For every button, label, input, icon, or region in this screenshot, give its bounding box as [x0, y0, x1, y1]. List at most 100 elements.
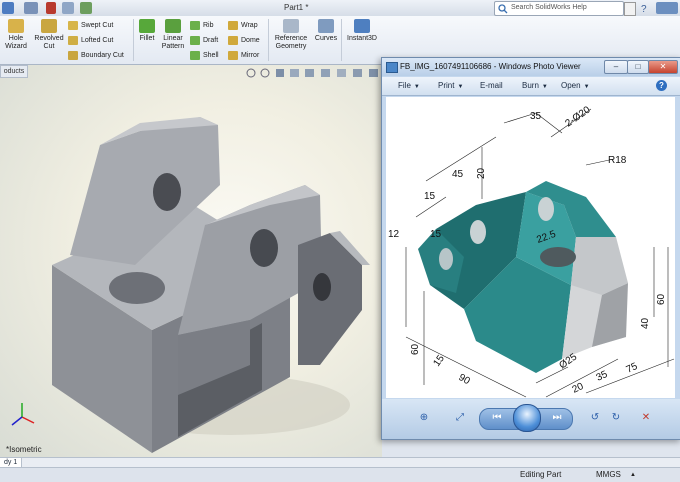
wrap-button[interactable]: Wrap [228, 20, 258, 31]
graphics-viewport[interactable]: *Isometric [0, 65, 382, 457]
lofted-cut-icon [68, 35, 78, 45]
window-controls[interactable] [656, 2, 678, 14]
fillet-button[interactable]: Fillet [136, 19, 158, 43]
status-units[interactable]: MMGS [596, 470, 621, 479]
search-options-icon[interactable] [624, 2, 636, 16]
reference-geometry-button[interactable]: Reference Geometry [271, 19, 311, 51]
close-window-button[interactable]: ✕ [648, 60, 678, 74]
linear-pattern-label-1: Linear [163, 35, 183, 42]
dome-button[interactable]: Dome [228, 35, 260, 46]
dim-45: 45 [452, 169, 464, 180]
axis-triad-icon [11, 403, 35, 426]
hole-wizard-button[interactable]: Hole Wizard [2, 19, 30, 51]
help-icon[interactable]: ? [656, 80, 667, 91]
ribbon-separator [133, 19, 134, 61]
actual-size-icon[interactable]: ⤢ [450, 409, 470, 427]
boundary-cut-button[interactable]: Boundary Cut [68, 50, 124, 61]
select-icon[interactable] [24, 2, 38, 14]
dome-label: Dome [241, 37, 260, 44]
slideshow-button[interactable] [513, 404, 541, 432]
chevron-down-icon: ▼ [457, 84, 464, 90]
curves-icon [318, 19, 334, 33]
document-title: Part1 * [284, 3, 309, 12]
photo-viewer-window[interactable]: FB_IMG_1607491106686 - Windows Photo Vie… [381, 57, 680, 440]
zoom-icon[interactable]: ⊕ [412, 409, 436, 427]
linear-pattern-button[interactable]: Linear Pattern [158, 19, 188, 51]
mirror-icon [228, 50, 238, 60]
rib-button[interactable]: Rib [190, 20, 214, 31]
dim-15-top: 15 [424, 191, 436, 202]
menu-file[interactable]: File ▼ [398, 81, 420, 90]
dim-20: 20 [476, 167, 487, 179]
menu-print-label: Print [438, 81, 455, 90]
menu-burn-label: Burn [522, 81, 539, 90]
view-orientation-label: *Isometric [6, 445, 42, 454]
menu-print[interactable]: Print ▼ [438, 81, 463, 90]
reference-geometry-label-2: Geometry [275, 43, 307, 50]
menu-burn[interactable]: Burn ▼ [522, 81, 548, 90]
units-dropdown-icon[interactable]: ▲ [630, 472, 636, 478]
tab-model[interactable]: dy 1 [0, 458, 23, 467]
dim-35: 35 [530, 111, 542, 122]
part-model-3d[interactable] [0, 65, 382, 457]
hole-wizard-icon [8, 19, 24, 33]
heads-up-view-toolbar[interactable] [245, 67, 380, 79]
wrap-icon [228, 20, 238, 30]
photo-viewer-nav-bar: ⊕ ⤢ ⏮ ⏭ ↺ ↻ ✕ [382, 399, 680, 439]
photo-viewer-menu-bar: File ▼ Print ▼ E-mail Burn ▼ Open ▼ ? [382, 77, 680, 96]
help-search-input[interactable]: Search SolidWorks Help [494, 1, 624, 16]
previous-icon[interactable]: ⏮ [486, 409, 508, 427]
photo-viewer-app-icon [386, 62, 398, 73]
instant3d-button[interactable]: Instant3D [344, 19, 380, 43]
rotate-counterclockwise-icon[interactable]: ↺ [587, 409, 603, 427]
status-editing: Editing Part [520, 470, 562, 479]
dome-icon [228, 35, 238, 45]
revolved-cut-button[interactable]: Revolved Cut [32, 19, 66, 51]
engineering-drawing-image: 35 2-Ø20 45 R18 15 20 15 12 22.5 60 40 6… [388, 104, 675, 398]
rib-icon [190, 20, 200, 30]
lofted-cut-button[interactable]: Lofted Cut [68, 35, 113, 46]
revolved-cut-label-2: Cut [43, 43, 55, 50]
next-icon[interactable]: ⏭ [546, 409, 568, 427]
reference-geometry-label-1: Reference [274, 35, 308, 42]
menu-email-label: E-mail [480, 81, 503, 90]
solidworks-menu-icon[interactable] [2, 2, 14, 14]
menu-open[interactable]: Open ▼ [561, 81, 590, 90]
fillet-label: Fillet [139, 35, 155, 42]
revolved-cut-icon [41, 19, 57, 33]
shell-label: Shell [203, 52, 219, 59]
shell-button[interactable]: Shell [190, 50, 219, 61]
app-title-bar: Part1 * Search SolidWorks Help ? [0, 0, 680, 17]
maximize-button[interactable]: □ [627, 60, 649, 74]
fillet-icon [139, 19, 155, 33]
photo-image-area[interactable]: 35 2-Ø20 45 R18 15 20 15 12 22.5 60 40 6… [386, 97, 675, 398]
dim-15-bottom: 15 [431, 353, 447, 369]
products-tab[interactable]: oducts [0, 65, 28, 78]
linear-pattern-icon [165, 19, 181, 33]
question-icon[interactable]: ? [640, 2, 650, 15]
mirror-button[interactable]: Mirror [228, 50, 259, 61]
rotate-clockwise-icon[interactable]: ↻ [608, 409, 624, 427]
photo-viewer-title-bar[interactable]: FB_IMG_1607491106686 - Windows Photo Vie… [382, 58, 680, 76]
menu-email[interactable]: E-mail [480, 81, 503, 90]
dim-15-left: 15 [430, 229, 442, 240]
delete-icon[interactable]: ✕ [638, 409, 654, 427]
linear-pattern-label-2: Pattern [161, 43, 185, 50]
status-bar: Editing Part MMGS ▲ [0, 467, 680, 482]
chevron-down-icon: ▼ [413, 84, 420, 90]
options-icon[interactable] [80, 2, 92, 14]
draft-icon [190, 35, 200, 45]
swept-cut-button[interactable]: Swept Cut [68, 20, 113, 31]
chevron-down-icon: ▼ [583, 84, 590, 90]
instant3d-icon [354, 19, 370, 33]
swept-cut-label: Swept Cut [81, 22, 114, 29]
curves-button[interactable]: Curves [313, 19, 339, 43]
svg-text:?: ? [641, 4, 647, 14]
draft-button[interactable]: Draft [190, 35, 218, 46]
minimize-button[interactable]: – [604, 60, 628, 74]
dim-2x-phi20: 2-Ø20 [563, 104, 592, 129]
boundary-cut-icon [68, 50, 78, 60]
rebuild-icon[interactable] [46, 2, 56, 14]
ribbon-separator [268, 19, 269, 61]
file-properties-icon[interactable] [62, 2, 74, 14]
